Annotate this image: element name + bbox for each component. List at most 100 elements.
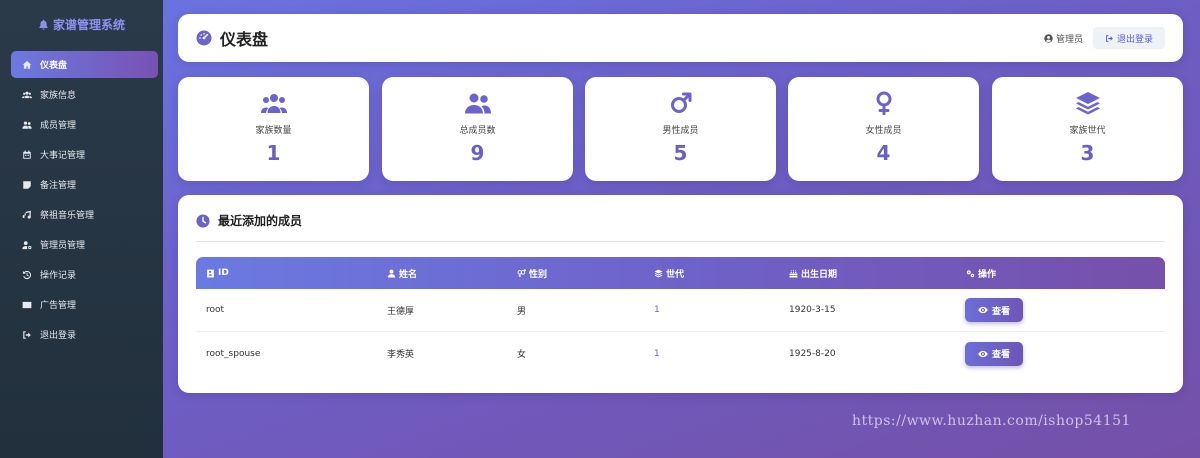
column-header-label: 姓名 xyxy=(399,269,418,280)
user-circle-icon xyxy=(1044,33,1053,43)
stat-card-generations: 家族世代 3 xyxy=(992,77,1183,181)
music-icon xyxy=(22,210,31,219)
sidebar-item-events[interactable]: 大事记管理 xyxy=(11,141,158,168)
stat-value: 4 xyxy=(876,141,891,165)
sidebar-item-notes[interactable]: 备注管理 xyxy=(11,171,158,198)
eye-icon xyxy=(978,350,988,357)
venus-icon xyxy=(876,91,891,115)
stat-card-female-members: 女性成员 4 xyxy=(788,77,979,181)
eye-icon xyxy=(978,306,988,314)
cell-gender: 男 xyxy=(517,306,527,317)
sidebar-item-label: 大事记管理 xyxy=(40,151,86,161)
stat-card-male-members: 男性成员 5 xyxy=(585,77,776,181)
column-header-gender: 性别 xyxy=(517,257,547,289)
user-name: 管理员 xyxy=(1055,34,1083,45)
logout-label: 退出登录 xyxy=(1116,34,1153,45)
table-row: root 王德厚 男 1 1920-3-15 查看 xyxy=(196,289,1165,332)
sidebar-item-admins[interactable]: 管理员管理 xyxy=(11,231,158,258)
sidebar-item-ads[interactable]: 广告管理 xyxy=(11,291,158,318)
column-header-label: 性别 xyxy=(529,269,548,280)
sidebar-item-family-info[interactable]: 家族信息 xyxy=(11,81,158,108)
sign-out-icon xyxy=(1106,34,1113,42)
sidebar-item-members[interactable]: 成员管理 xyxy=(11,111,158,138)
sidebar-item-music[interactable]: 祭祖音乐管理 xyxy=(11,201,158,228)
brand-name: 家谱管理系统 xyxy=(52,17,125,32)
stat-label: 女性成员 xyxy=(865,126,902,136)
view-button[interactable]: 查看 xyxy=(965,298,1023,322)
sidebar-item-label: 广告管理 xyxy=(40,301,77,311)
cell-actions: 查看 xyxy=(965,332,1023,375)
recent-members-title-text: 最近添加的成员 xyxy=(218,214,303,228)
user-friends-icon xyxy=(22,121,32,129)
birthday-cake-icon xyxy=(789,269,798,277)
home-icon xyxy=(22,60,32,69)
current-user: 管理员 xyxy=(1044,14,1083,62)
view-button[interactable]: 查看 xyxy=(965,341,1023,366)
column-header-label: ID xyxy=(218,268,229,278)
table-row: root_spouse 李秀英 女 1 1925-8-20 查看 xyxy=(196,332,1165,375)
sidebar-item-logs[interactable]: 操作记录 xyxy=(11,261,158,288)
cell-id: root xyxy=(206,305,225,315)
calendar-icon xyxy=(23,150,31,159)
stat-value: 1 xyxy=(266,141,281,165)
sidebar-item-label: 家族信息 xyxy=(40,91,77,101)
venus-mars-icon xyxy=(517,268,526,277)
cell-name: 王德厚 xyxy=(387,306,415,317)
stat-value: 9 xyxy=(470,141,485,165)
stat-value: 5 xyxy=(673,141,688,165)
cell-generation: 1 xyxy=(654,305,660,315)
user-cog-icon xyxy=(22,240,32,249)
sidebar-item-label: 操作记录 xyxy=(40,271,77,281)
page-title-text: 仪表盘 xyxy=(220,30,269,49)
dashboard-gauge-icon xyxy=(196,30,212,46)
sidebar-item-label: 退出登录 xyxy=(40,331,77,341)
sidebar-item-label: 仪表盘 xyxy=(40,61,68,71)
stat-value: 3 xyxy=(1080,141,1095,165)
cogs-icon xyxy=(966,269,975,277)
stat-label: 总成员数 xyxy=(459,126,496,136)
cell-id: root_spouse xyxy=(206,348,261,359)
stat-label: 男性成员 xyxy=(662,126,699,136)
page-title: 仪表盘 xyxy=(196,14,268,62)
user-friends-icon xyxy=(464,93,491,114)
sidebar-item-label: 祭祖音乐管理 xyxy=(40,211,95,221)
column-header-label: 操作 xyxy=(978,269,997,280)
sidebar-item-logout[interactable]: 退出登录 xyxy=(11,321,158,348)
sidebar-item-label: 备注管理 xyxy=(40,181,77,191)
cell-birthdate: 1920-3-15 xyxy=(789,305,836,315)
stat-card-families: 家族数量 1 xyxy=(178,77,369,181)
users-icon xyxy=(22,91,32,98)
table-header: ID 姓名 性别 世代 出生日期 操作 xyxy=(196,257,1165,289)
column-header-label: 世代 xyxy=(666,269,685,280)
mars-icon xyxy=(670,92,691,113)
cell-generation: 1 xyxy=(654,348,660,359)
ad-icon xyxy=(22,301,32,308)
cell-actions: 查看 xyxy=(965,289,1023,331)
user-icon xyxy=(387,269,396,277)
users-icon xyxy=(260,94,287,113)
sidebar-item-dashboard[interactable]: 仪表盘 xyxy=(11,51,158,78)
cell-birthdate: 1925-8-20 xyxy=(789,348,836,359)
recent-members-title: 最近添加的成员 xyxy=(196,212,302,229)
note-icon xyxy=(23,180,31,189)
column-header-name: 姓名 xyxy=(387,257,417,289)
stat-label: 家族世代 xyxy=(1069,126,1106,136)
layers-icon xyxy=(654,269,663,277)
column-header-actions: 操作 xyxy=(966,257,996,289)
cell-gender: 女 xyxy=(517,350,527,360)
stat-label: 家族数量 xyxy=(255,126,292,136)
column-header-label: 出生日期 xyxy=(801,269,838,280)
view-button-label: 查看 xyxy=(991,350,1010,360)
column-header-birthdate: 出生日期 xyxy=(789,257,837,289)
cell-name: 李秀英 xyxy=(387,350,415,360)
id-card-icon xyxy=(207,269,214,277)
layers-icon xyxy=(1075,92,1100,115)
stat-card-total-members: 总成员数 9 xyxy=(382,77,573,181)
view-button-label: 查看 xyxy=(991,306,1010,317)
sign-out-icon xyxy=(23,330,31,339)
clock-icon xyxy=(196,213,210,228)
logout-button[interactable]: 退出登录 xyxy=(1093,27,1165,49)
sidebar-nav: 仪表盘 家族信息 成员管理 大事记管理 备注管理 祭祖音乐管理 管理员管理 操作… xyxy=(0,51,163,348)
divider xyxy=(196,241,1165,242)
column-header-id: ID xyxy=(206,257,229,289)
